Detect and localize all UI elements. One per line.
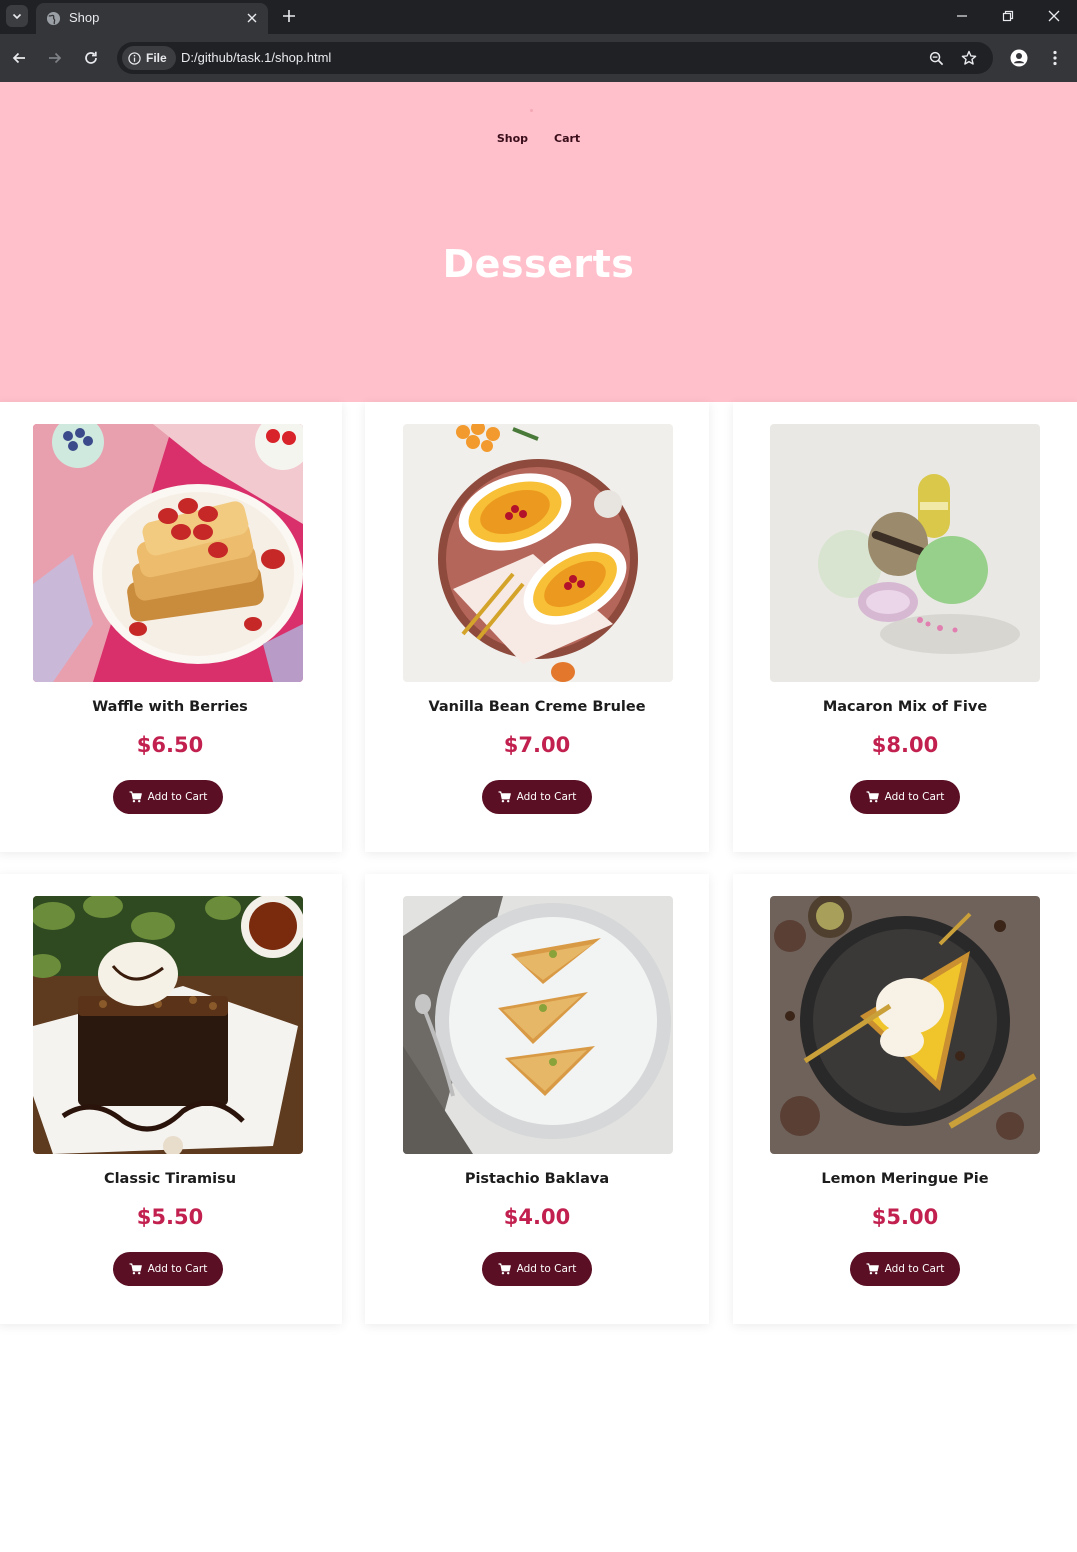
site-info-chip[interactable]: File — [122, 46, 176, 70]
browser-tab[interactable]: Shop — [36, 3, 268, 34]
arrow-right-icon — [49, 52, 62, 64]
add-to-cart-button[interactable]: Add to Cart — [850, 1252, 960, 1286]
cart-icon — [866, 1263, 879, 1275]
product-image-creme-brulee[interactable] — [403, 424, 673, 682]
product-image-waffle[interactable] — [33, 424, 303, 682]
browser-menu-button[interactable] — [1043, 46, 1067, 70]
product-name: Lemon Meringue Pie — [821, 1171, 989, 1187]
product-card: Waffle with Berries $6.50 Add to Cart — [0, 402, 342, 852]
product-price: $6.50 — [136, 733, 204, 757]
zoom-button[interactable] — [927, 49, 945, 67]
product-card: Vanilla Bean Creme Brulee $7.00 Add to C… — [365, 402, 709, 852]
globe-icon — [46, 11, 61, 26]
product-image-lemon-pie[interactable] — [770, 896, 1040, 1154]
product-price: $7.00 — [503, 733, 571, 757]
reload-icon — [85, 51, 97, 64]
product-card: Classic Tiramisu $5.50 Add to Cart — [0, 874, 342, 1324]
add-to-cart-button[interactable]: Add to Cart — [113, 1252, 223, 1286]
page-viewport: Shop Cart Desserts Waffle with Berries $… — [0, 82, 1077, 1552]
product-price: $5.00 — [871, 1205, 939, 1229]
close-icon — [247, 13, 257, 23]
forward-button[interactable] — [43, 46, 67, 70]
hero-banner: Shop Cart Desserts — [0, 82, 1077, 402]
nav-link-cart[interactable]: Cart — [554, 132, 580, 145]
site-chip-label: File — [146, 51, 167, 65]
product-name: Macaron Mix of Five — [822, 699, 988, 715]
page-title: Desserts — [442, 242, 635, 286]
product-name: Classic Tiramisu — [103, 1171, 237, 1187]
add-to-cart-label: Add to Cart — [516, 1263, 577, 1275]
product-image-macarons[interactable] — [770, 424, 1040, 682]
arrow-left-icon — [12, 52, 25, 64]
tab-search-button[interactable] — [6, 5, 28, 27]
cart-icon — [129, 1263, 142, 1275]
new-tab-button[interactable] — [279, 6, 299, 26]
add-to-cart-label: Add to Cart — [884, 1263, 945, 1275]
add-to-cart-label: Add to Cart — [516, 791, 577, 803]
add-to-cart-button[interactable]: Add to Cart — [113, 780, 223, 814]
info-icon — [128, 51, 141, 65]
product-name: Waffle with Berries — [92, 699, 248, 715]
minimize-icon — [957, 15, 967, 17]
tab-title: Shop — [69, 10, 100, 25]
avatar-icon — [1010, 49, 1028, 67]
browser-toolbar: File D:/github/task.1/shop.html — [0, 34, 1077, 82]
cart-icon — [866, 791, 879, 803]
product-name: Pistachio Baklava — [464, 1171, 610, 1187]
add-to-cart-button[interactable]: Add to Cart — [850, 780, 960, 814]
add-to-cart-label: Add to Cart — [884, 791, 945, 803]
zoom-out-icon — [929, 51, 943, 65]
close-window-button[interactable] — [1042, 5, 1066, 27]
reload-button[interactable] — [79, 46, 103, 70]
product-card: Lemon Meringue Pie $5.00 Add to Cart — [733, 874, 1077, 1324]
browser-tab-strip: Shop — [0, 0, 1077, 34]
back-button[interactable] — [7, 46, 31, 70]
profile-button[interactable] — [1007, 46, 1031, 70]
cart-icon — [129, 791, 142, 803]
cart-icon — [498, 1263, 511, 1275]
decorative-dot — [530, 109, 533, 112]
product-card: Macaron Mix of Five $8.00 Add to Cart — [733, 402, 1077, 852]
add-to-cart-label: Add to Cart — [147, 1263, 208, 1275]
product-image-brownie[interactable] — [33, 896, 303, 1154]
plus-icon — [283, 10, 295, 22]
add-to-cart-button[interactable]: Add to Cart — [482, 1252, 592, 1286]
site-nav: Shop Cart — [0, 132, 1077, 145]
cart-icon — [498, 791, 511, 803]
restore-icon — [1002, 10, 1014, 22]
product-name: Vanilla Bean Creme Brulee — [428, 699, 646, 715]
nav-link-shop[interactable]: Shop — [497, 132, 528, 145]
address-bar[interactable]: File D:/github/task.1/shop.html — [117, 42, 993, 74]
close-icon — [1048, 10, 1060, 22]
restore-button[interactable] — [996, 5, 1020, 27]
product-price: $8.00 — [871, 733, 939, 757]
star-icon — [961, 50, 977, 65]
product-price: $5.50 — [136, 1205, 204, 1229]
url-text[interactable]: D:/github/task.1/shop.html — [181, 50, 331, 65]
add-to-cart-button[interactable]: Add to Cart — [482, 780, 592, 814]
bookmark-button[interactable] — [960, 49, 978, 67]
product-image-baklava[interactable] — [403, 896, 673, 1154]
add-to-cart-label: Add to Cart — [147, 791, 208, 803]
kebab-menu-icon — [1053, 50, 1057, 66]
product-card: Pistachio Baklava $4.00 Add to Cart — [365, 874, 709, 1324]
tab-close-button[interactable] — [244, 10, 260, 26]
chevron-down-icon — [12, 13, 22, 20]
minimize-button[interactable] — [950, 5, 974, 27]
product-price: $4.00 — [503, 1205, 571, 1229]
